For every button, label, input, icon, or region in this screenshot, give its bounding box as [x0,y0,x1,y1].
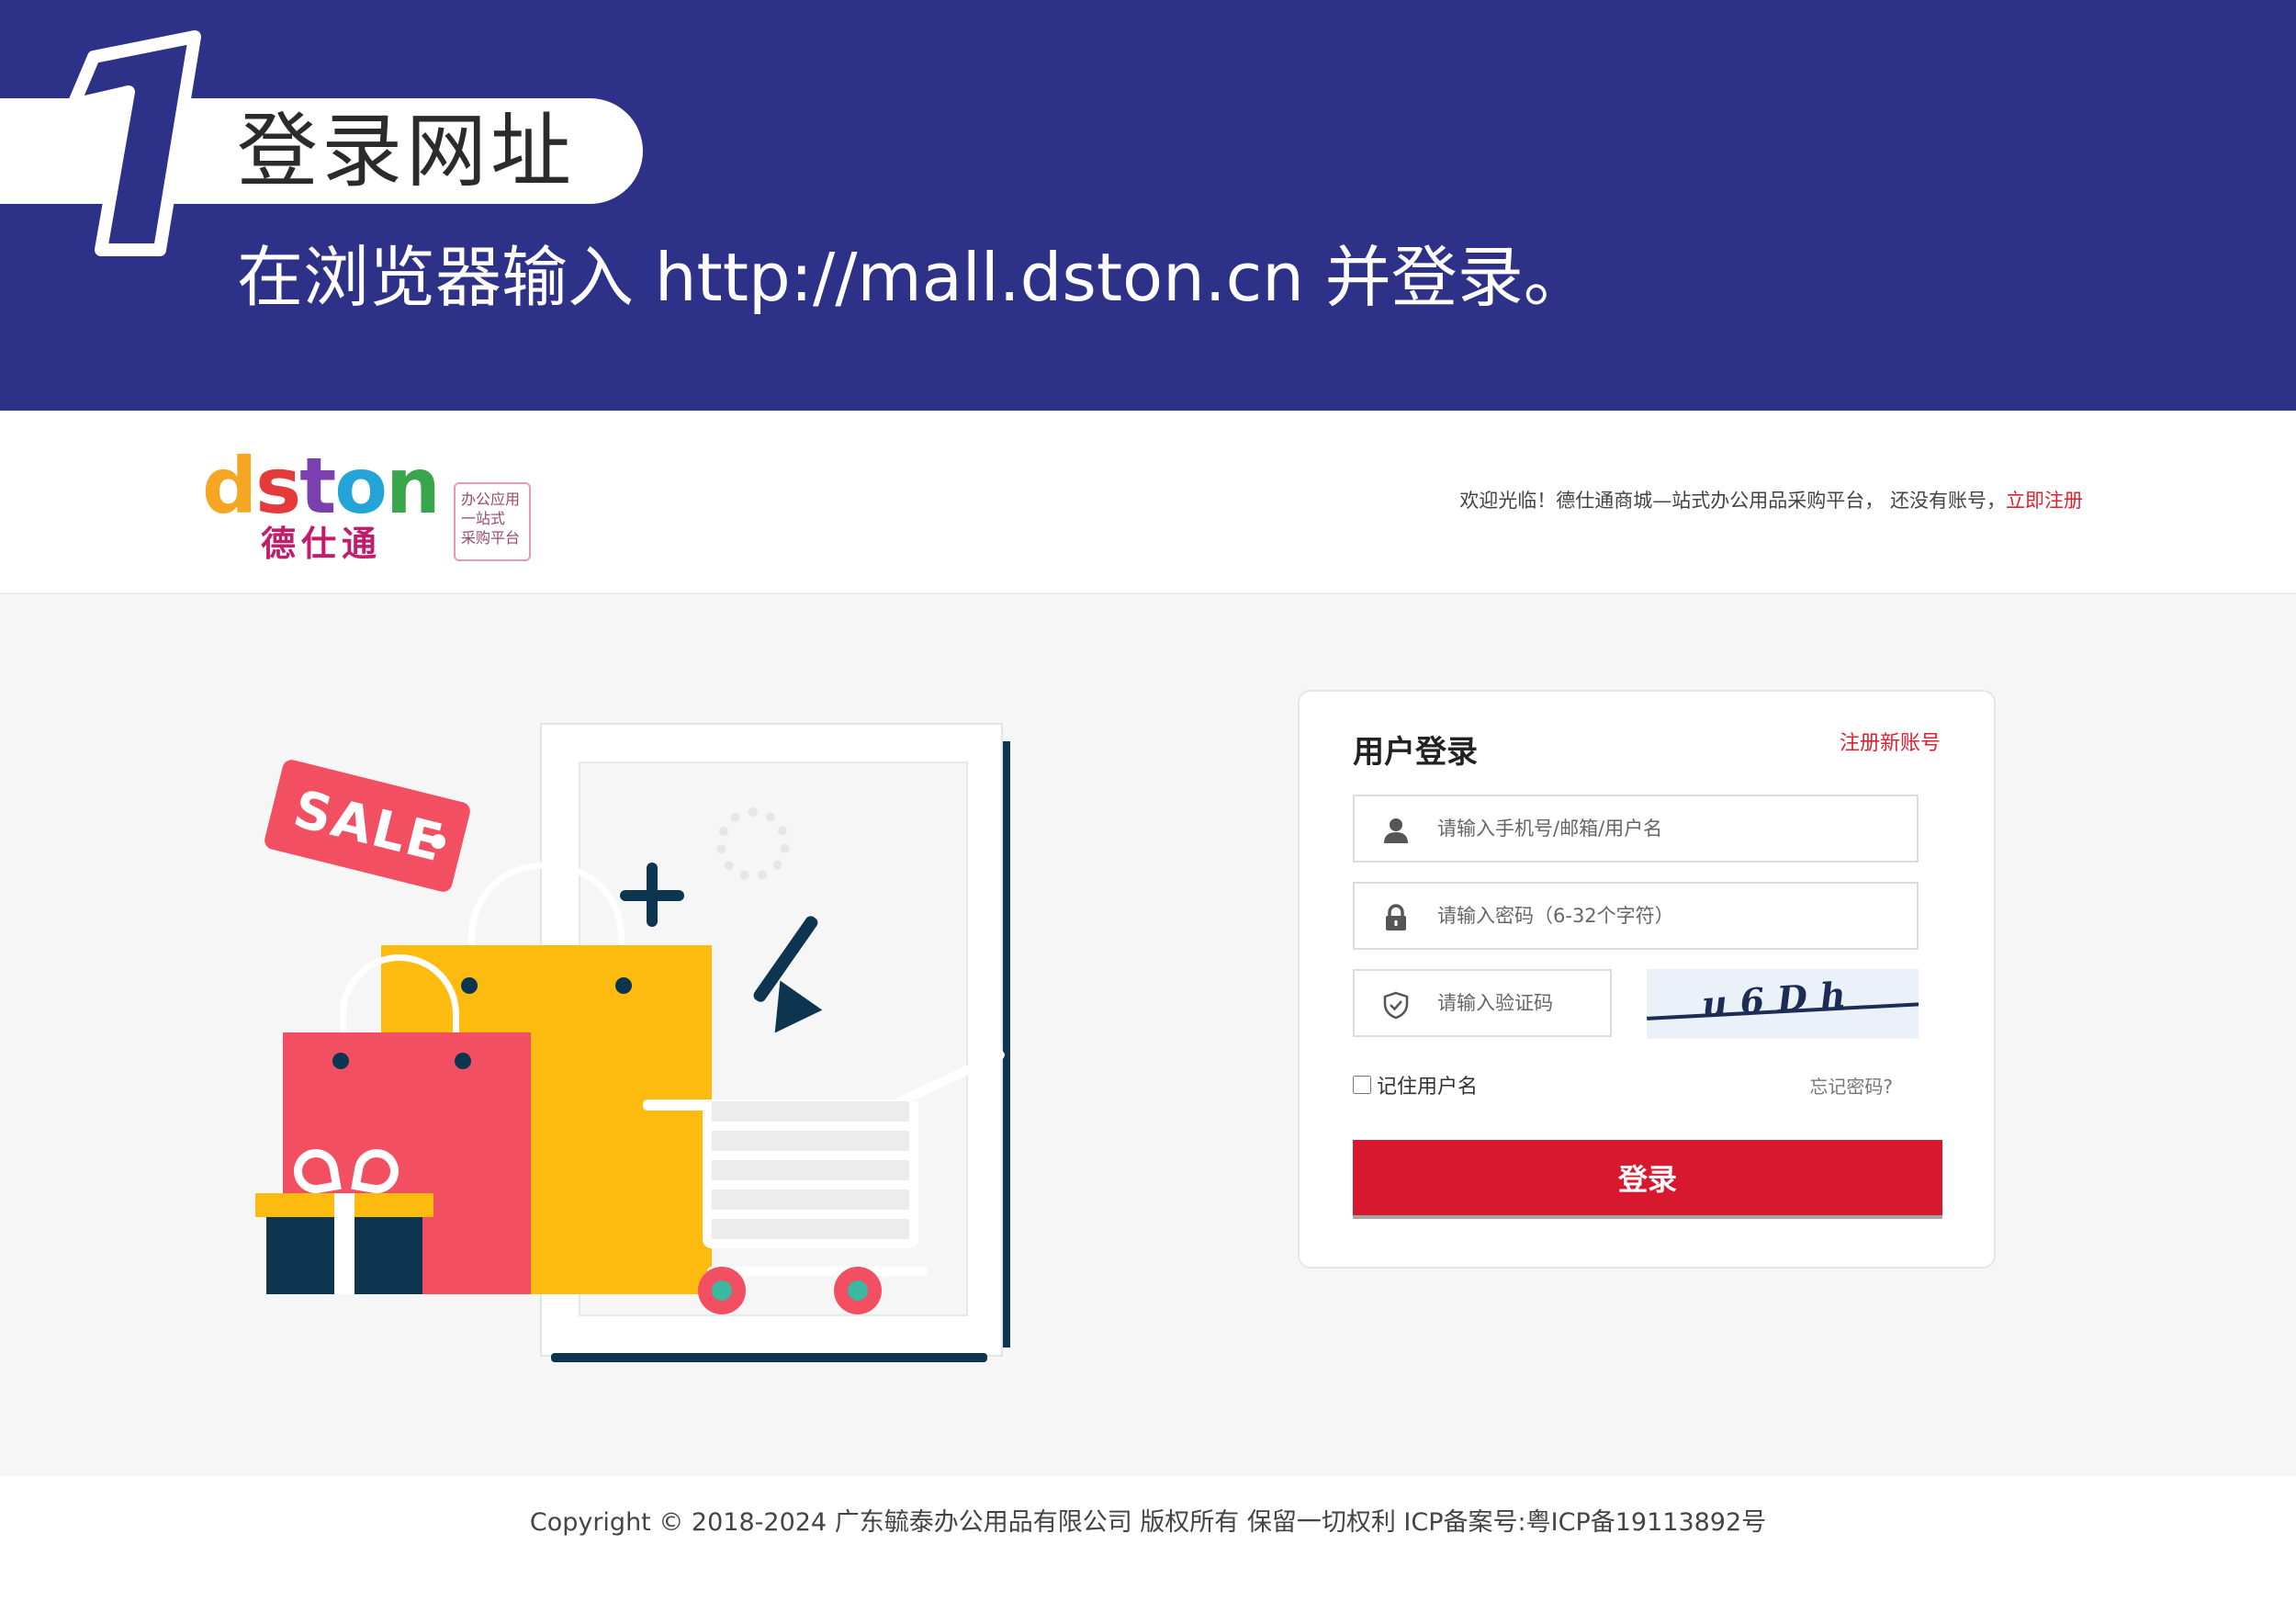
cart-wheel [834,1267,882,1314]
shopping-illustration: SALE [255,725,1029,1362]
username-field[interactable] [1353,795,1919,863]
password-field[interactable] [1353,882,1919,950]
copyright-text: Copyright © 2018-2024 广东毓泰办公用品有限公司 版权所有 … [529,1508,1767,1537]
lock-icon [1386,904,1406,930]
step-title: 登录网址 [237,104,576,198]
shopping-cart [703,1101,918,1248]
forgot-password-link[interactable]: 忘记密码? [1809,1072,1893,1099]
welcome-message: 欢迎光临！德仕通商城—站式办公用品采购平台， 还没有账号，立即注册 [1459,490,2083,512]
site-header: dston 德仕通 办公应用 一站式 采购平台 欢迎光临！德仕通商城—站式办公用… [0,411,2296,594]
cart-wheel [698,1267,746,1314]
main-content: SALE 用户登录 注册新账号 请输入手机号/邮箱/用户名 请输入验证码 u6D… [0,594,2296,1476]
login-title: 用户登录 [1353,734,1478,771]
step-number-1-graphic [67,30,201,256]
remember-username-checkbox[interactable] [1353,1076,1371,1094]
sale-tag: SALE [263,758,472,894]
shield-check-icon [1383,991,1409,1019]
gear-icon [716,807,790,881]
password-input[interactable] [1437,884,1896,948]
logo-tagline: 办公应用 一站式 采购平台 [454,482,531,561]
user-icon [1384,818,1408,843]
instruction-banner: 登录网址 在浏览器输入 http://mall.dston.cn 并登录。 [0,0,2296,411]
captcha-input[interactable] [1437,971,1603,1035]
username-input[interactable] [1437,796,1896,861]
login-card: 用户登录 注册新账号 u6Dh [1298,690,1996,1269]
step-description: 在浏览器输入 http://mall.dston.cn 并登录。 [237,239,1590,316]
login-button[interactable]: 登录 [1353,1140,1942,1215]
register-now-link[interactable]: 立即注册 [2006,490,2083,512]
captcha-text: u6Dh [1700,973,1861,1025]
remember-username[interactable]: 记住用户名 [1353,1070,1478,1100]
remember-username-label: 记住用户名 [1377,1076,1479,1099]
site-footer: Copyright © 2018-2024 广东毓泰办公用品有限公司 版权所有 … [0,1476,2296,1624]
logo-chinese-name: 德仕通 [261,524,383,564]
captcha-field[interactable] [1353,969,1612,1037]
captcha-image[interactable]: u6Dh [1647,969,1919,1039]
register-new-account-link[interactable]: 注册新账号 [1840,727,1941,756]
dston-logo[interactable]: dston 德仕通 办公应用 一站式 采购平台 [202,440,542,564]
